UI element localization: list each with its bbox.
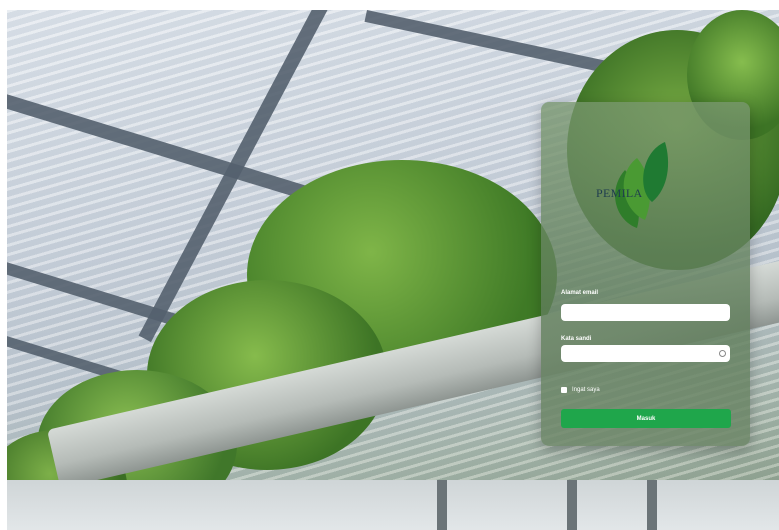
password-field[interactable]	[561, 345, 730, 362]
leaf-logo-icon	[615, 142, 669, 228]
eye-icon[interactable]	[719, 350, 726, 357]
remember-checkbox[interactable]	[561, 387, 567, 393]
email-field[interactable]	[561, 304, 730, 321]
login-card: PEMILA Alamat email Kata sandi Ingat say…	[541, 102, 750, 446]
brand-name: PEMILA	[596, 186, 643, 200]
password-label: Kata sandi	[561, 336, 592, 342]
remember-label: Ingat saya	[572, 387, 600, 393]
email-label: Alamat email	[561, 290, 599, 296]
remember-me[interactable]: Ingat saya	[561, 387, 600, 393]
login-button[interactable]: Masuk	[561, 409, 731, 428]
page-frame: PEMILA Alamat email Kata sandi Ingat say…	[7, 10, 779, 530]
